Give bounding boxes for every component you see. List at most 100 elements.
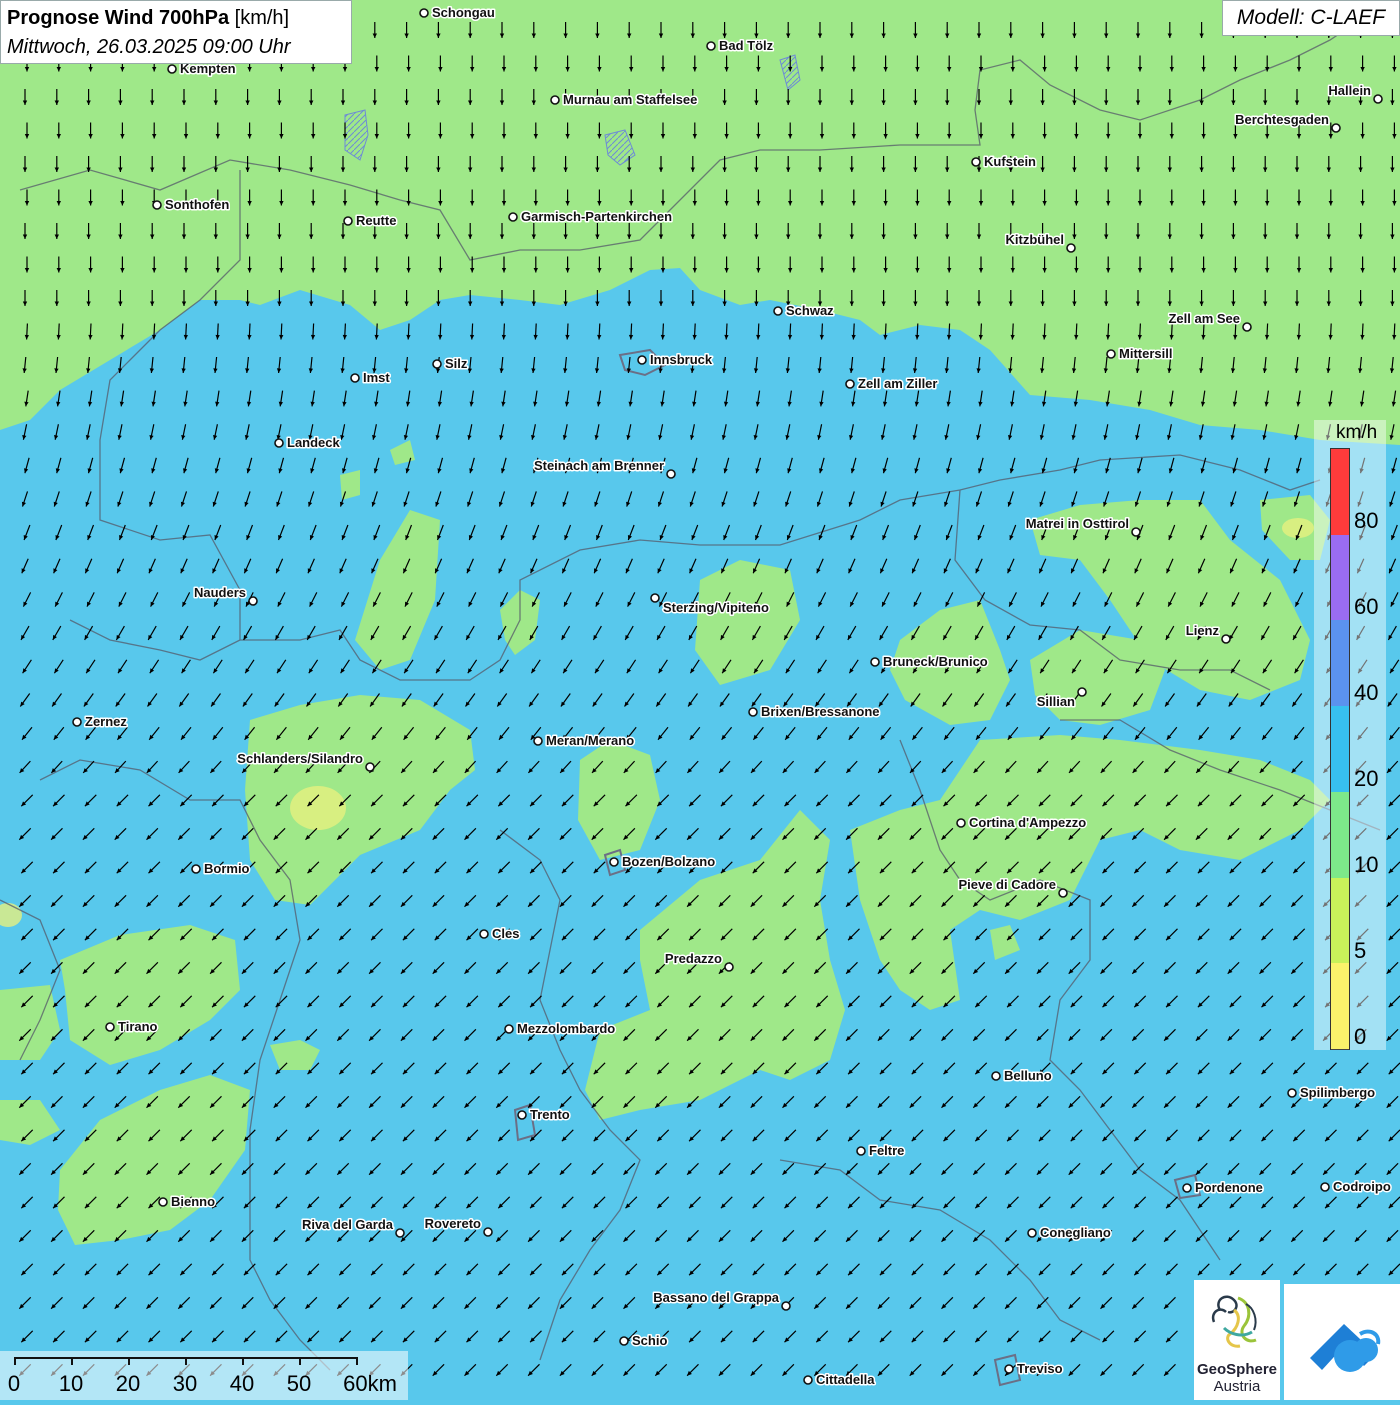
city-label: Codroipo [1333,1179,1391,1194]
city-marker[interactable] [773,306,783,316]
city-marker[interactable] [971,157,981,167]
city-marker[interactable] [479,929,489,939]
city-marker[interactable] [870,657,880,667]
city-marker[interactable] [395,1228,405,1238]
city-marker[interactable] [483,1227,493,1237]
city-label: Zell am Ziller [858,376,937,391]
city-marker[interactable] [350,373,360,383]
city-label: Bienno [171,1194,215,1209]
legend-segment [1331,534,1349,622]
scale-label-20: 20 [115,1371,141,1396]
city-label: Berchtesgaden [1235,112,1329,127]
city-label: Bad Tölz [719,38,774,53]
city-marker[interactable] [1242,322,1252,332]
city-marker[interactable] [533,736,543,746]
city-marker[interactable] [956,818,966,828]
city-marker[interactable] [191,864,201,874]
city-marker[interactable] [1077,687,1087,697]
city-marker[interactable] [274,438,284,448]
legend-label-5: 5 [1354,938,1367,963]
city-marker[interactable] [152,200,162,210]
city-label: Zernez [85,714,127,729]
city-marker[interactable] [666,469,676,479]
city-marker[interactable] [1106,349,1116,359]
city-label: Meran/Merano [546,733,634,748]
city-label: Riva del Garda [302,1217,394,1232]
city-label: Sonthofen [165,197,229,212]
map-title: Prognose Wind 700hPa [km/h] [7,3,345,33]
city-marker[interactable] [550,95,560,105]
legend-label-0: 0 [1354,1024,1367,1049]
city-marker[interactable] [650,593,660,603]
city-label: Silz [445,356,468,371]
city-marker[interactable] [365,762,375,772]
city-marker[interactable] [845,379,855,389]
scale-label-60km: 60km [343,1371,397,1396]
city-marker[interactable] [1182,1183,1192,1193]
city-marker[interactable] [748,707,758,717]
city-label: Landeck [287,435,341,450]
legend-colorbar [1330,448,1350,1051]
city-marker[interactable] [517,1110,527,1120]
city-label: Feltre [869,1143,904,1158]
weather-app-logo[interactable] [1284,1284,1400,1400]
city-label: Garmisch-Partenkirchen [521,209,672,224]
city-marker[interactable] [619,1336,629,1346]
city-marker[interactable] [1373,94,1383,104]
city-marker[interactable] [1058,888,1068,898]
city-label: Bormio [204,861,250,876]
model-label: Modell: C-LAEF [1222,0,1400,36]
city-marker[interactable] [1221,634,1231,644]
city-label: Conegliano [1040,1225,1111,1240]
city-marker[interactable] [706,41,716,51]
city-marker[interactable] [1027,1228,1037,1238]
city-marker[interactable] [504,1024,514,1034]
city-marker[interactable] [609,857,619,867]
city-marker[interactable] [1066,243,1076,253]
city-label: Nauders [194,585,246,600]
city-label: Bozen/Bolzano [622,854,715,869]
city-marker[interactable] [637,355,647,365]
city-label: Spilimbergo [1300,1085,1375,1100]
city-marker[interactable] [856,1146,866,1156]
city-marker[interactable] [803,1375,813,1385]
city-label: Brixen/Bressanone [761,704,880,719]
city-marker[interactable] [105,1022,115,1032]
city-label: Treviso [1017,1361,1063,1376]
city-marker[interactable] [1331,123,1341,133]
city-marker[interactable] [1131,527,1141,537]
city-label: Sillian [1037,694,1075,709]
geosphere-logo-icon [1211,1295,1257,1348]
city-marker[interactable] [781,1301,791,1311]
city-marker[interactable] [248,596,258,606]
geosphere-logo[interactable]: GeoSphere Austria [1194,1280,1280,1400]
scale-tick [185,1357,187,1365]
legend-segment [1331,963,1349,1051]
city-marker[interactable] [1320,1182,1330,1192]
city-label: Cles [492,926,519,941]
city-label: Imst [363,370,390,385]
city-marker[interactable] [432,359,442,369]
city-marker[interactable] [167,64,177,74]
city-marker[interactable] [72,717,82,727]
city-marker[interactable] [343,216,353,226]
title-box: Prognose Wind 700hPa [km/h] Mittwoch, 26… [0,0,352,64]
city-label: Schio [632,1333,667,1348]
city-label: Cortina d'Ampezzo [969,815,1086,830]
city-label: Bruneck/Brunico [883,654,988,669]
city-marker[interactable] [991,1071,1001,1081]
city-marker[interactable] [508,212,518,222]
scale-tick [71,1357,73,1365]
legend-label-20: 20 [1354,766,1379,791]
legend-label-60: 60 [1354,594,1379,619]
city-label: Sterzing/Vipiteno [663,600,769,615]
city-marker[interactable] [158,1197,168,1207]
city-marker[interactable] [1287,1088,1297,1098]
legend-unit: km/h [1336,422,1378,443]
city-label: Schlanders/Silandro [237,751,363,766]
city-marker[interactable] [724,962,734,972]
city-label: Belluno [1004,1068,1052,1083]
city-marker[interactable] [1004,1364,1014,1374]
city-marker[interactable] [419,8,429,18]
legend-segment [1331,706,1349,794]
